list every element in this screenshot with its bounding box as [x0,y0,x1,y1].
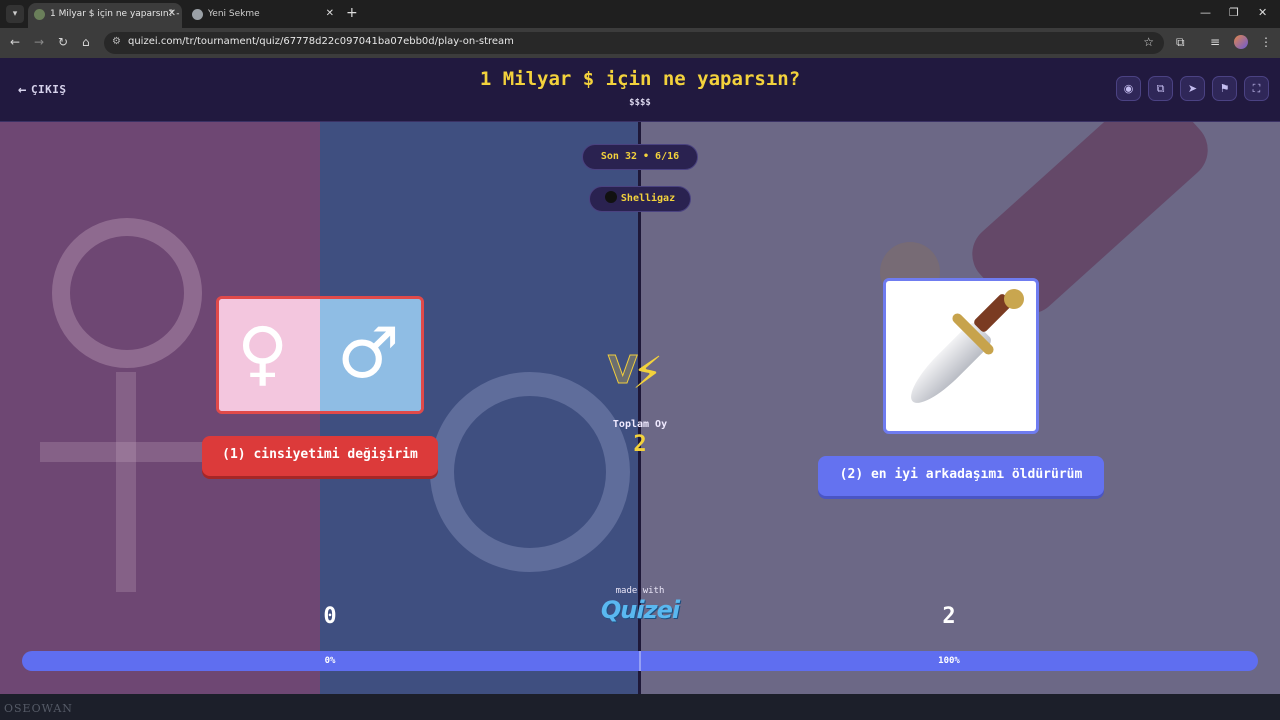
tab-new-title: Yeni Sekme [208,9,260,19]
new-tab-button[interactable]: + [346,5,358,21]
dagger-pommel [1004,289,1024,309]
bg-venus-crossbar [40,442,210,462]
share-send-icon[interactable]: ➤ [1180,76,1205,101]
lightning-bolt-icon: ⚡ [632,348,663,399]
vote-arena: Son 32 • 6/16 Shelligaz ♀ ♂ (1) cinsiyet… [0,122,1280,694]
total-votes-value: 2 [633,432,647,457]
venus-icon: ♀ [237,312,289,394]
back-icon[interactable]: ← [10,35,20,49]
choice-left-button[interactable]: (1) cinsiyetimi değişirim [202,436,438,476]
extensions-icon[interactable]: ⧉ [1176,35,1185,50]
round-indicator: Son 32 • 6/16 [582,144,698,170]
streamer-badge: Shelligaz [589,186,691,212]
minimize-icon[interactable]: — [1200,6,1211,19]
reload-icon[interactable]: ↻ [58,35,68,49]
home-icon[interactable]: ⌂ [82,35,90,49]
quizei-favicon-icon [34,9,45,20]
copy-link-icon[interactable]: ⧉ [1148,76,1173,101]
chrome-favicon-icon [192,9,203,20]
right-vote-percent: 100% [938,656,960,666]
choice-right-button[interactable]: (2) en iyi arkadaşımı öldürürüm [818,456,1104,496]
footer-strip: OSEOWAN [0,694,1280,720]
profile-avatar[interactable] [1234,35,1248,49]
left-vote-percent: 0% [324,656,336,666]
browser-tab-bar: ▾ 1 Milyar $ için ne yaparsın? - Tu ✕ Ye… [0,0,1280,28]
bg-venus-cross [116,372,136,592]
quiz-header: ← ÇIKIŞ 1 Milyar $ için ne yaparsın? $$$$… [0,58,1280,122]
footer-text: OSEOWAN [4,702,73,715]
tab-search-icon[interactable]: ▾ [6,5,24,23]
left-vote-count: 0 [323,604,337,629]
bar-midpoint [639,651,641,671]
tab-close-icon[interactable]: ✕ [168,3,176,25]
choice-left-image[interactable]: ♀ ♂ [216,296,424,414]
vote-progress-bar: 0% 100% [22,651,1258,671]
bookmark-star-icon[interactable]: ☆ [1143,35,1154,49]
quiz-page: ← ÇIKIŞ 1 Milyar $ için ne yaparsın? $$$$… [0,58,1280,720]
vs-badge: V ⚡ [607,348,672,404]
tab-active-title: 1 Milyar $ için ne yaparsın? - Tu [50,9,182,19]
url-text[interactable]: quizei.com/tr/tournament/quiz/67778d22c0… [128,36,514,47]
media-controls-icon[interactable]: ≡ [1210,35,1220,49]
tab-active[interactable]: 1 Milyar $ için ne yaparsın? - Tu ✕ [28,3,182,28]
browser-toolbar: ← → ↻ ⌂ ⚙ quizei.com/tr/tournament/quiz/… [0,28,1280,58]
window-close-icon[interactable]: ✕ [1258,6,1267,19]
avatar [604,191,617,203]
bg-venus-ring [52,218,202,368]
choice-right-image[interactable] [883,278,1039,434]
total-votes-label: Toplam Oy [612,419,668,430]
quiz-subtitle: $$$$ [629,98,651,108]
browser-menu-icon[interactable]: ⋮ [1260,35,1272,49]
right-vote-count: 2 [942,604,956,629]
forward-icon[interactable]: → [34,35,44,49]
restore-icon[interactable]: ❐ [1229,6,1239,19]
mars-icon: ♂ [337,312,400,394]
quizei-logo[interactable]: Quizei [580,596,700,624]
bg-mars-ring [430,372,630,572]
quiz-title: 1 Milyar $ için ne yaparsın? [479,68,801,90]
tab-new[interactable]: Yeni Sekme ✕ [186,3,340,28]
fullscreen-icon[interactable]: ⛶ [1244,76,1269,101]
site-info-icon[interactable]: ⚙ [112,36,121,47]
streamer-name: Shelligaz [620,193,676,204]
report-flag-icon[interactable]: ⚑ [1212,76,1237,101]
address-bar[interactable]: ⚙ quizei.com/tr/tournament/quiz/67778d22… [104,32,1164,54]
made-with-text: made with [615,586,665,596]
visibility-toggle-icon[interactable]: ◉ [1116,76,1141,101]
tab-close-icon[interactable]: ✕ [326,3,334,25]
